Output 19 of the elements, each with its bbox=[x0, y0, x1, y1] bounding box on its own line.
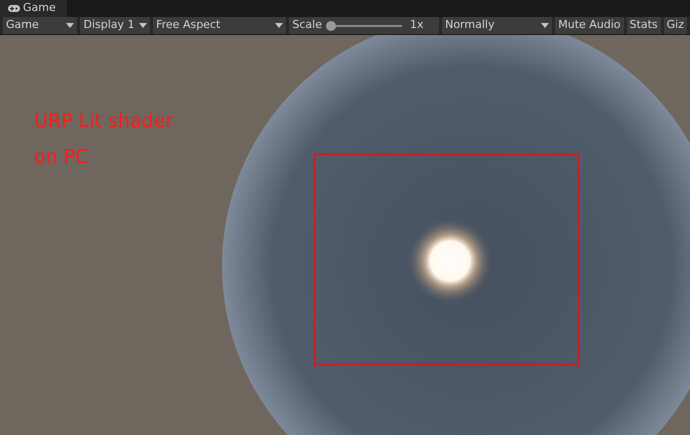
gamepad-icon bbox=[8, 5, 20, 12]
toolbar-toggle[interactable]: Mute Audio bbox=[555, 17, 624, 34]
display-dropdown[interactable]: Display 1 bbox=[80, 17, 150, 34]
dropdown-caret-icon bbox=[66, 23, 74, 28]
dropdown-caret-icon bbox=[139, 23, 148, 28]
dropdown-caret-icon bbox=[541, 23, 550, 28]
scale-slider[interactable] bbox=[326, 20, 402, 30]
game-tab[interactable]: Game bbox=[0, 0, 67, 17]
aspect-dropdown[interactable]: Free Aspect bbox=[153, 17, 286, 34]
caption-text: URP Lit shader bbox=[34, 109, 174, 134]
toolbar-toggle[interactable]: Giz bbox=[664, 17, 687, 34]
play-mode-dropdown[interactable]: Normally bbox=[442, 17, 552, 34]
display-mode-dropdown[interactable]: Game bbox=[3, 17, 78, 34]
toolbar-toggle[interactable]: Stats bbox=[626, 17, 661, 34]
dropdown-caret-icon bbox=[275, 23, 284, 28]
scale-reading: 1x bbox=[410, 17, 424, 34]
caption-text: on PC bbox=[34, 145, 90, 170]
scale-label: Scale bbox=[292, 17, 322, 34]
slider-thumb[interactable] bbox=[326, 20, 336, 30]
